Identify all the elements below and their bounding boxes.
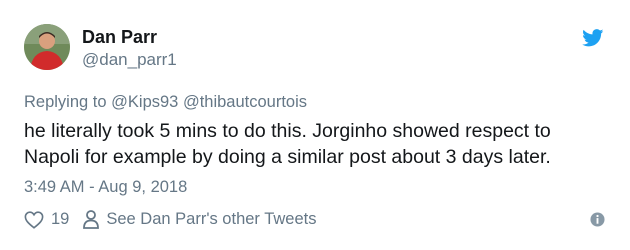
tweet-actions: 19 See Dan Parr's other Tweets [24, 210, 316, 229]
like-count: 19 [51, 210, 70, 228]
avatar-image [24, 24, 70, 70]
tweet-text: he literally took 5 mins to do this. Jor… [24, 118, 604, 170]
replying-prefix: Replying to [24, 93, 107, 111]
twitter-bird-icon[interactable] [582, 29, 604, 47]
info-icon[interactable] [590, 212, 605, 227]
see-other-tweets-link[interactable]: See Dan Parr's other Tweets [83, 210, 316, 229]
person-icon [83, 210, 100, 229]
author-handle[interactable]: @dan_parr1 [82, 50, 177, 70]
author-name[interactable]: Dan Parr [82, 27, 157, 48]
tweet-card: Dan Parr @dan_parr1 Replying to @Kips93 … [0, 0, 630, 250]
heart-icon [24, 210, 44, 229]
tweet-text-line: he literally took 5 mins to do this. Jor… [24, 120, 551, 142]
tweet-text-line: Napoli for example by doing a similar po… [24, 146, 551, 168]
tweet-timestamp[interactable]: 3:49 AM - Aug 9, 2018 [24, 178, 187, 197]
mention-link[interactable]: @Kips93 [111, 93, 178, 111]
mention-link[interactable]: @thibautcourtois [183, 93, 307, 111]
avatar[interactable] [24, 24, 70, 70]
see-other-tweets-label: See Dan Parr's other Tweets [106, 210, 317, 228]
replying-to: Replying to @Kips93 @thibautcourtois [24, 93, 307, 112]
like-button[interactable]: 19 [24, 210, 69, 229]
